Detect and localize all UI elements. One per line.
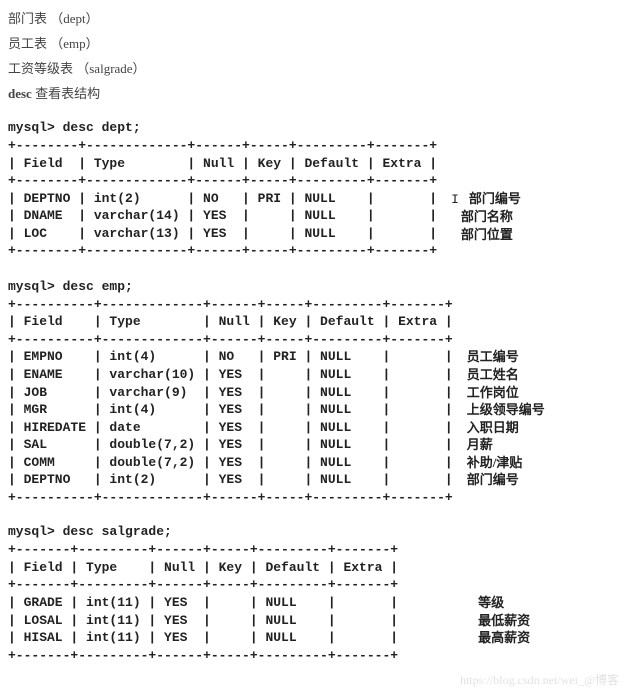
text-cursor-icon: I (451, 192, 459, 207)
watermark: https://blog.csdn.net/wei_@博客 (460, 671, 619, 688)
dept-border-top: +--------+-------------+------+-----+---… (8, 138, 437, 153)
desc-keyword: desc (8, 86, 32, 101)
emp-border-mid: +----------+-------------+------+-----+-… (8, 332, 453, 347)
salgrade-annot-2: 最高薪资 (478, 629, 530, 647)
intro-emp: 员工表 （emp） (8, 33, 631, 52)
intro-salgrade: 工资等级表 （salgrade） (8, 58, 631, 77)
emp-border-top: +----------+-------------+------+-----+-… (8, 297, 453, 312)
salgrade-annot-0: 等级 (478, 594, 530, 612)
dept-row-2: | LOC | varchar(13) | YES | | NULL | | (8, 226, 437, 241)
emp-row-7: | DEPTNO | int(2) | YES | | NULL | | (8, 472, 453, 487)
emp-header: | Field | Type | Null | Key | Default | … (8, 314, 453, 329)
prompt-salgrade: mysql> desc salgrade; (8, 524, 631, 539)
emp-annot-1: 员工姓名 (467, 366, 545, 384)
intro-desc: desc 查看表结构 (8, 83, 631, 102)
prompt-dept: mysql> desc dept; (8, 120, 631, 135)
salgrade-annotations: . . . 等级 最低薪资 最高薪资 . (478, 541, 530, 664)
desc-emp-block: mysql> desc emp; +----------+-----------… (8, 279, 631, 507)
desc-emp-output: +----------+-------------+------+-----+-… (8, 296, 453, 507)
dept-border-bot: +--------+-------------+------+-----+---… (8, 243, 437, 258)
dept-row-0: | DEPTNO | int(2) | NO | PRI | NULL | | (8, 191, 437, 206)
salgrade-header: | Field | Type | Null | Key | Default | … (8, 560, 398, 575)
dept-row-1: | DNAME | varchar(14) | YES | | NULL | | (8, 208, 437, 223)
salgrade-border-bot: +-------+---------+------+-----+--------… (8, 648, 398, 663)
salgrade-annot-1: 最低薪资 (478, 612, 530, 630)
emp-annotations: . . . 员工编号 员工姓名 工作岗位 上级领导编号 入职日期 月薪 补助/津… (467, 296, 545, 507)
salgrade-row-2: | HISAL | int(11) | YES | | NULL | | (8, 630, 398, 645)
emp-row-2: | JOB | varchar(9) | YES | | NULL | | (8, 385, 453, 400)
emp-annot-5: 月薪 (467, 436, 545, 454)
emp-annot-0: 员工编号 (467, 348, 545, 366)
emp-row-6: | COMM | double(7,2) | YES | | NULL | | (8, 455, 453, 470)
emp-annot-4: 入职日期 (467, 419, 545, 437)
emp-annot-3: 上级领导编号 (467, 401, 545, 419)
dept-border-mid: +--------+-------------+------+-----+---… (8, 173, 437, 188)
salgrade-row-0: | GRADE | int(11) | YES | | NULL | | (8, 595, 398, 610)
emp-row-5: | SAL | double(7,2) | YES | | NULL | | (8, 437, 453, 452)
emp-annot-7: 部门编号 (467, 471, 545, 489)
emp-annot-6: 补助/津贴 (467, 454, 545, 472)
salgrade-border-mid: +-------+---------+------+-----+--------… (8, 577, 398, 592)
dept-annot-2: 部门位置 (461, 227, 513, 242)
dept-annot-0: 部门编号 (469, 191, 521, 206)
desc-meaning: 查看表结构 (32, 86, 100, 101)
emp-border-bot: +----------+-------------+------+-----+-… (8, 490, 453, 505)
desc-salgrade-output: +-------+---------+------+-----+--------… (8, 541, 398, 664)
emp-annot-2: 工作岗位 (467, 384, 545, 402)
desc-dept-output: +--------+-------------+------+-----+---… (8, 137, 437, 260)
desc-salgrade-block: mysql> desc salgrade; +-------+---------… (8, 524, 631, 664)
intro-dept: 部门表 （dept） (8, 8, 631, 27)
emp-row-3: | MGR | int(4) | YES | | NULL | | (8, 402, 453, 417)
dept-header: | Field | Type | Null | Key | Default | … (8, 156, 437, 171)
dept-annotations: . . . I部门编号 部门名称 部门位置 . (451, 137, 521, 261)
desc-dept-block: mysql> desc dept; +--------+------------… (8, 120, 631, 261)
prompt-emp: mysql> desc emp; (8, 279, 631, 294)
dept-annot-1: 部门名称 (461, 209, 513, 224)
emp-row-4: | HIREDATE | date | YES | | NULL | | (8, 420, 453, 435)
emp-row-1: | ENAME | varchar(10) | YES | | NULL | | (8, 367, 453, 382)
emp-row-0: | EMPNO | int(4) | NO | PRI | NULL | | (8, 349, 453, 364)
salgrade-row-1: | LOSAL | int(11) | YES | | NULL | | (8, 613, 398, 628)
salgrade-border-top: +-------+---------+------+-----+--------… (8, 542, 398, 557)
